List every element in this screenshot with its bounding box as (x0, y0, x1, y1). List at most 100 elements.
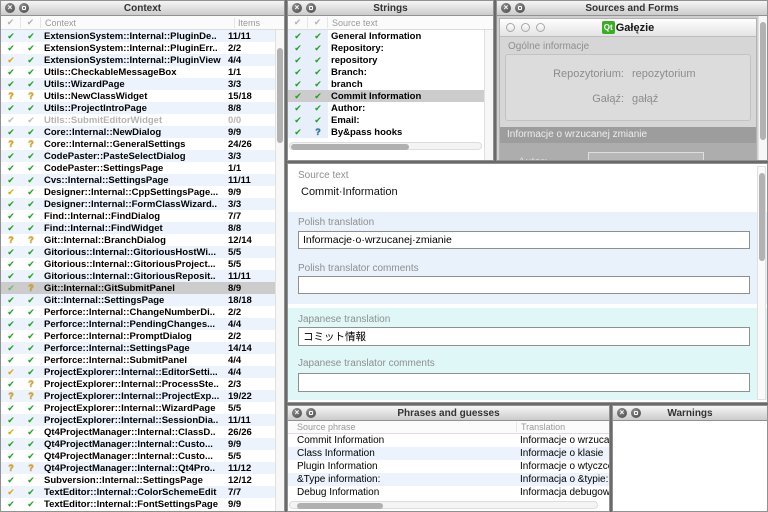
table-row[interactable]: ✔✔General Information (288, 30, 484, 42)
close-dock-icon[interactable]: × (5, 3, 15, 13)
float-dock-icon[interactable] (19, 3, 29, 13)
table-row[interactable]: Class InformationInformacje o klasie (288, 447, 609, 460)
table-row[interactable]: ??Core::Internal::GeneralSettings24/26 (1, 138, 275, 150)
table-row[interactable]: ✔✔Designer::Internal::CppSettingsPage...… (1, 186, 275, 198)
green-check-icon: ✔ (1, 78, 21, 90)
table-row[interactable]: &Type information:Informacja o &typie: (288, 473, 609, 486)
table-row[interactable]: ??Git::Internal::BranchDialog12/14 (1, 234, 275, 246)
japanese-comments-input[interactable] (298, 373, 750, 392)
yellow-check-icon: ✔ (1, 366, 21, 378)
scrollbar-thumb[interactable] (277, 48, 283, 143)
table-row[interactable]: ✔✔Perforce::Internal::PromptDialog2/2 (1, 330, 275, 342)
table-row[interactable]: ✔✔Designer::Internal::FormClassWizard..3… (1, 198, 275, 210)
table-row[interactable]: ✔✔Utils::SubmitEditorWidget0/0 (1, 114, 275, 126)
table-row[interactable]: ✔✔Git::Internal::SettingsPage18/18 (1, 294, 275, 306)
table-row[interactable]: ✔✔Core::Internal::NewDialog9/9 (1, 126, 275, 138)
float-dock-icon[interactable] (306, 408, 316, 418)
form-window-title: Gałęzie (616, 22, 655, 34)
table-row[interactable]: ✔✔Perforce::Internal::ChangeNumberDi..2/… (1, 306, 275, 318)
table-row[interactable]: Commit InformationInformacje o wrzucanej… (288, 434, 609, 447)
table-row[interactable]: ✔✔ProjectExplorer::Internal::WizardPage5… (1, 402, 275, 414)
polish-translation-input[interactable] (298, 231, 750, 249)
table-row[interactable]: ✔✔Repository: (288, 42, 484, 54)
strings-horizontal-scrollbar[interactable] (289, 142, 482, 150)
table-row[interactable]: ✔✔CodePaster::PasteSelectDialog3/3 (1, 150, 275, 162)
green-check-icon: ✔ (21, 366, 41, 378)
close-dock-icon[interactable]: × (501, 3, 511, 13)
context-list-header[interactable]: ✔ ✔ Context Items (1, 16, 284, 30)
table-row[interactable]: ??Qt4ProjectManager::Internal::Qt4Pro..1… (1, 462, 275, 474)
table-row[interactable]: ✔✔Qt4ProjectManager::Internal::Custo...5… (1, 450, 275, 462)
green-check-icon: ✔ (1, 174, 21, 186)
table-row[interactable]: ✔✔Find::Internal::FindWidget8/8 (1, 222, 275, 234)
table-row[interactable]: ✔✔CodePaster::SettingsPage1/1 (1, 162, 275, 174)
table-row[interactable]: ✔✔ProjectExplorer::Internal::EditorSetti… (1, 366, 275, 378)
table-row[interactable]: ✔✔Qt4ProjectManager::Internal::ClassD..2… (1, 426, 275, 438)
table-row[interactable]: ✔✔ExtensionSystem::Internal::PluginDe..1… (1, 30, 275, 42)
table-row[interactable]: ✔✔Branch: (288, 66, 484, 78)
editor-vertical-scrollbar[interactable] (757, 166, 766, 400)
strings-list-header[interactable]: ✔ ✔ Source text (288, 16, 493, 30)
table-row[interactable]: ✔✔Find::Internal::FindDialog7/7 (1, 210, 275, 222)
strings-vertical-scrollbar[interactable] (484, 30, 493, 160)
float-dock-icon[interactable] (631, 408, 641, 418)
yellow-question-icon: ? (1, 390, 21, 402)
green-check-icon: ✔ (21, 210, 41, 222)
scrollbar-thumb[interactable] (760, 22, 766, 140)
sources-vertical-scrollbar[interactable] (758, 16, 767, 160)
table-row[interactable]: ✔✔Perforce::Internal::SubmitPanel4/4 (1, 354, 275, 366)
table-row[interactable]: ✔✔Commit Information (288, 90, 484, 102)
table-row[interactable]: ✔✔TextEditor::Internal::FontSettingsPage… (1, 498, 275, 510)
context-name: CodePaster::PasteSelectDialog (41, 151, 225, 162)
items-count: 11/11 (225, 31, 275, 42)
table-row[interactable]: ✔✔TextEditor::Internal::ColorSchemeEdit7… (1, 486, 275, 498)
float-dock-icon[interactable] (515, 3, 525, 13)
table-row[interactable]: ✔✔Cvs::Internal::SettingsPage11/11 (1, 174, 275, 186)
table-row[interactable]: ✔✔ExtensionSystem::Internal::PluginView4… (1, 54, 275, 66)
source-text-label: Source text (298, 170, 349, 181)
table-row[interactable]: ✔✔branch (288, 78, 484, 90)
scrollbar-thumb[interactable] (291, 144, 409, 150)
green-check-icon: ✔ (308, 54, 328, 66)
table-row[interactable]: ✔✔Email: (288, 114, 484, 126)
translated-column-icon: ✔ (308, 17, 328, 28)
items-count: 14/14 (225, 343, 275, 354)
source-text: Email: (328, 115, 484, 126)
context-vertical-scrollbar[interactable] (275, 30, 284, 511)
float-dock-icon[interactable] (306, 3, 316, 13)
table-row[interactable]: ✔✔Author: (288, 102, 484, 114)
table-row[interactable]: ✔✔Utils::CheckableMessageBox1/1 (1, 66, 275, 78)
table-row[interactable]: ??Utils::NewClassWidget15/18 (1, 90, 275, 102)
table-row[interactable]: Debug InformationInformacja debugowa (288, 486, 609, 499)
close-dock-icon[interactable]: × (617, 408, 627, 418)
source-text-value: Commit·Information (301, 186, 398, 198)
green-check-icon: ✔ (1, 126, 21, 138)
table-row[interactable]: ✔✔Gitorious::Internal::GitoriousProject.… (1, 258, 275, 270)
table-row[interactable]: ✔✔ProjectExplorer::Internal::SessionDia.… (1, 414, 275, 426)
author-field[interactable] (588, 152, 704, 161)
table-row[interactable]: Plugin InformationInformacje o wtyczce (288, 460, 609, 473)
green-check-icon: ✔ (1, 294, 21, 306)
close-dock-icon[interactable]: × (292, 3, 302, 13)
japanese-translation-input[interactable] (298, 327, 750, 346)
table-row[interactable]: ✔✔Qt4ProjectManager::Internal::Custo...9… (1, 438, 275, 450)
table-row[interactable]: ✔✔Utils::ProjectIntroPage8/8 (1, 102, 275, 114)
table-row[interactable]: ??ProjectExplorer::Internal::ProjectExp.… (1, 390, 275, 402)
polish-comments-input[interactable] (298, 276, 750, 294)
table-row[interactable]: ✔✔Gitorious::Internal::GitoriousHostWi..… (1, 246, 275, 258)
phrases-horizontal-scrollbar[interactable] (289, 501, 598, 509)
table-row[interactable]: ✔✔Perforce::Internal::SettingsPage14/14 (1, 342, 275, 354)
table-row[interactable]: ✔✔Subversion::Internal::SettingsPage12/1… (1, 474, 275, 486)
table-row[interactable]: ✔✔Gitorious::Internal::GitoriousReposit.… (1, 270, 275, 282)
table-row[interactable]: ✔?By&pass hooks (288, 126, 484, 138)
table-row[interactable]: ✔✔Perforce::Internal::PendingChanges...4… (1, 318, 275, 330)
phrases-list-header[interactable]: Source phrase Translation (288, 421, 609, 434)
table-row[interactable]: ✔✔Utils::WizardPage3/3 (1, 78, 275, 90)
scrollbar-thumb[interactable] (297, 503, 383, 509)
table-row[interactable]: ✔✔repository (288, 54, 484, 66)
table-row[interactable]: ✔?ProjectExplorer::Internal::ProcessSte.… (1, 378, 275, 390)
table-row[interactable]: ✔?Git::Internal::GitSubmitPanel8/9 (1, 282, 275, 294)
table-row[interactable]: ✔✔ExtensionSystem::Internal::PluginErr..… (1, 42, 275, 54)
close-dock-icon[interactable]: × (292, 408, 302, 418)
scrollbar-thumb[interactable] (759, 173, 765, 261)
